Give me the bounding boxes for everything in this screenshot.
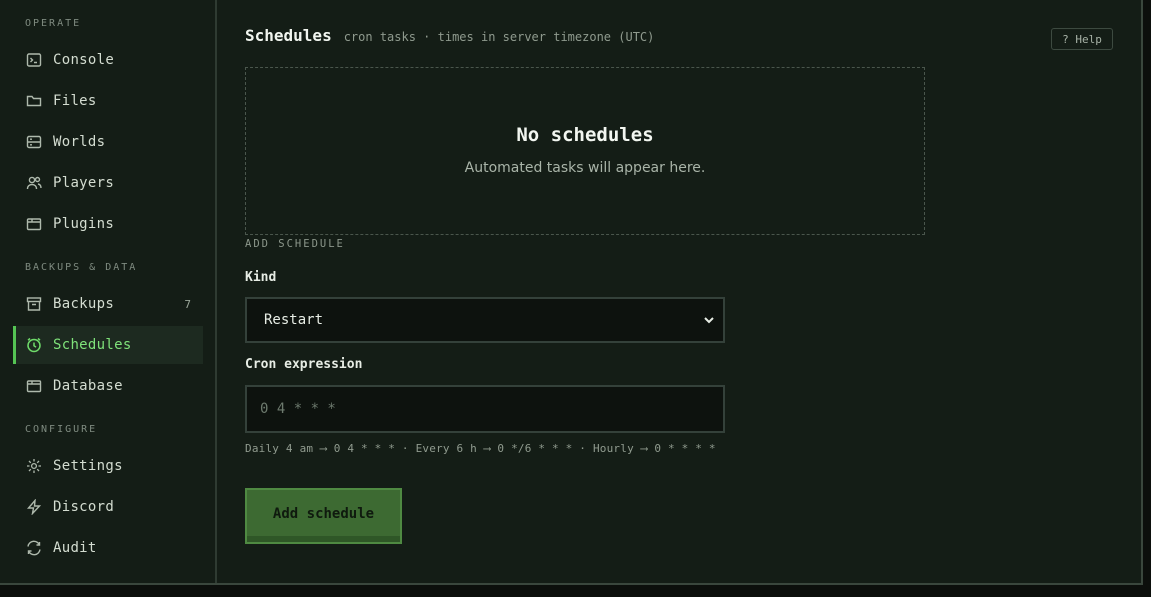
sidebar-item-label: Schedules bbox=[53, 337, 132, 353]
archive-icon bbox=[26, 296, 42, 312]
sidebar-item-label: Plugins bbox=[53, 216, 115, 232]
sidebar-item-players[interactable]: Players bbox=[13, 164, 203, 202]
terminal-icon bbox=[26, 52, 42, 68]
main-content: Schedules cron tasks · times in server t… bbox=[217, 0, 1141, 583]
sidebar: OPERATE Console Files Worlds Players Plu… bbox=[0, 0, 217, 583]
sidebar-item-console[interactable]: Console bbox=[13, 41, 203, 79]
kind-label: Kind bbox=[245, 270, 277, 285]
empty-state-title: No schedules bbox=[516, 124, 654, 146]
cron-hint: Daily 4 am ⟶ 0 4 * * * · Every 6 h ⟶ 0 *… bbox=[245, 442, 716, 455]
clock-icon bbox=[26, 337, 42, 353]
chevron-down-icon bbox=[703, 314, 715, 326]
package-icon bbox=[26, 216, 42, 232]
help-button[interactable]: ? Help bbox=[1051, 28, 1113, 50]
users-icon bbox=[26, 175, 42, 191]
backups-count-badge: 7 bbox=[184, 297, 191, 311]
cron-expression-label: Cron expression bbox=[245, 357, 363, 372]
kind-select[interactable]: Restart bbox=[245, 297, 725, 343]
sidebar-item-files[interactable]: Files bbox=[13, 82, 203, 120]
page-header: Schedules cron tasks · times in server t… bbox=[245, 26, 654, 45]
page-title: Schedules bbox=[245, 26, 332, 45]
empty-state: No schedules Automated tasks will appear… bbox=[245, 67, 925, 235]
sidebar-item-label: Discord bbox=[53, 499, 115, 515]
sidebar-item-database[interactable]: Database bbox=[13, 367, 203, 405]
page-subtitle: cron tasks · times in server timezone (U… bbox=[343, 30, 655, 44]
empty-state-message: Automated tasks will appear here. bbox=[464, 160, 706, 176]
gear-icon bbox=[26, 458, 42, 474]
sidebar-item-label: Files bbox=[53, 93, 97, 109]
sidebar-item-label: Worlds bbox=[53, 134, 106, 150]
add-schedule-section-label: ADD SCHEDULE bbox=[245, 238, 345, 250]
kind-select-value: Restart bbox=[264, 312, 324, 328]
sidebar-item-label: Database bbox=[53, 378, 123, 394]
folder-icon bbox=[26, 93, 42, 109]
sidebar-item-label: Console bbox=[53, 52, 115, 68]
section-title-operate: OPERATE bbox=[25, 18, 82, 29]
sidebar-item-label: Players bbox=[53, 175, 115, 191]
server-icon bbox=[26, 134, 42, 150]
sidebar-item-label: Backups bbox=[53, 296, 115, 312]
sidebar-item-settings[interactable]: Settings bbox=[13, 447, 203, 485]
database-icon bbox=[26, 378, 42, 394]
app-window: OPERATE Console Files Worlds Players Plu… bbox=[0, 0, 1143, 585]
add-schedule-button[interactable]: Add schedule bbox=[245, 488, 402, 544]
sidebar-item-audit[interactable]: Audit bbox=[13, 529, 203, 567]
bolt-icon bbox=[26, 499, 42, 515]
section-title-backups-data: BACKUPS & DATA bbox=[25, 262, 138, 273]
sidebar-item-label: Audit bbox=[53, 540, 97, 556]
sidebar-item-discord[interactable]: Discord bbox=[13, 488, 203, 526]
sidebar-item-label: Settings bbox=[53, 458, 123, 474]
sidebar-item-plugins[interactable]: Plugins bbox=[13, 205, 203, 243]
sidebar-item-backups[interactable]: Backups 7 bbox=[13, 285, 203, 323]
sidebar-item-worlds[interactable]: Worlds bbox=[13, 123, 203, 161]
refresh-icon bbox=[26, 540, 42, 556]
section-title-configure: CONFIGURE bbox=[25, 424, 98, 435]
sidebar-item-schedules[interactable]: Schedules bbox=[13, 326, 203, 364]
cron-expression-input[interactable] bbox=[245, 385, 725, 433]
